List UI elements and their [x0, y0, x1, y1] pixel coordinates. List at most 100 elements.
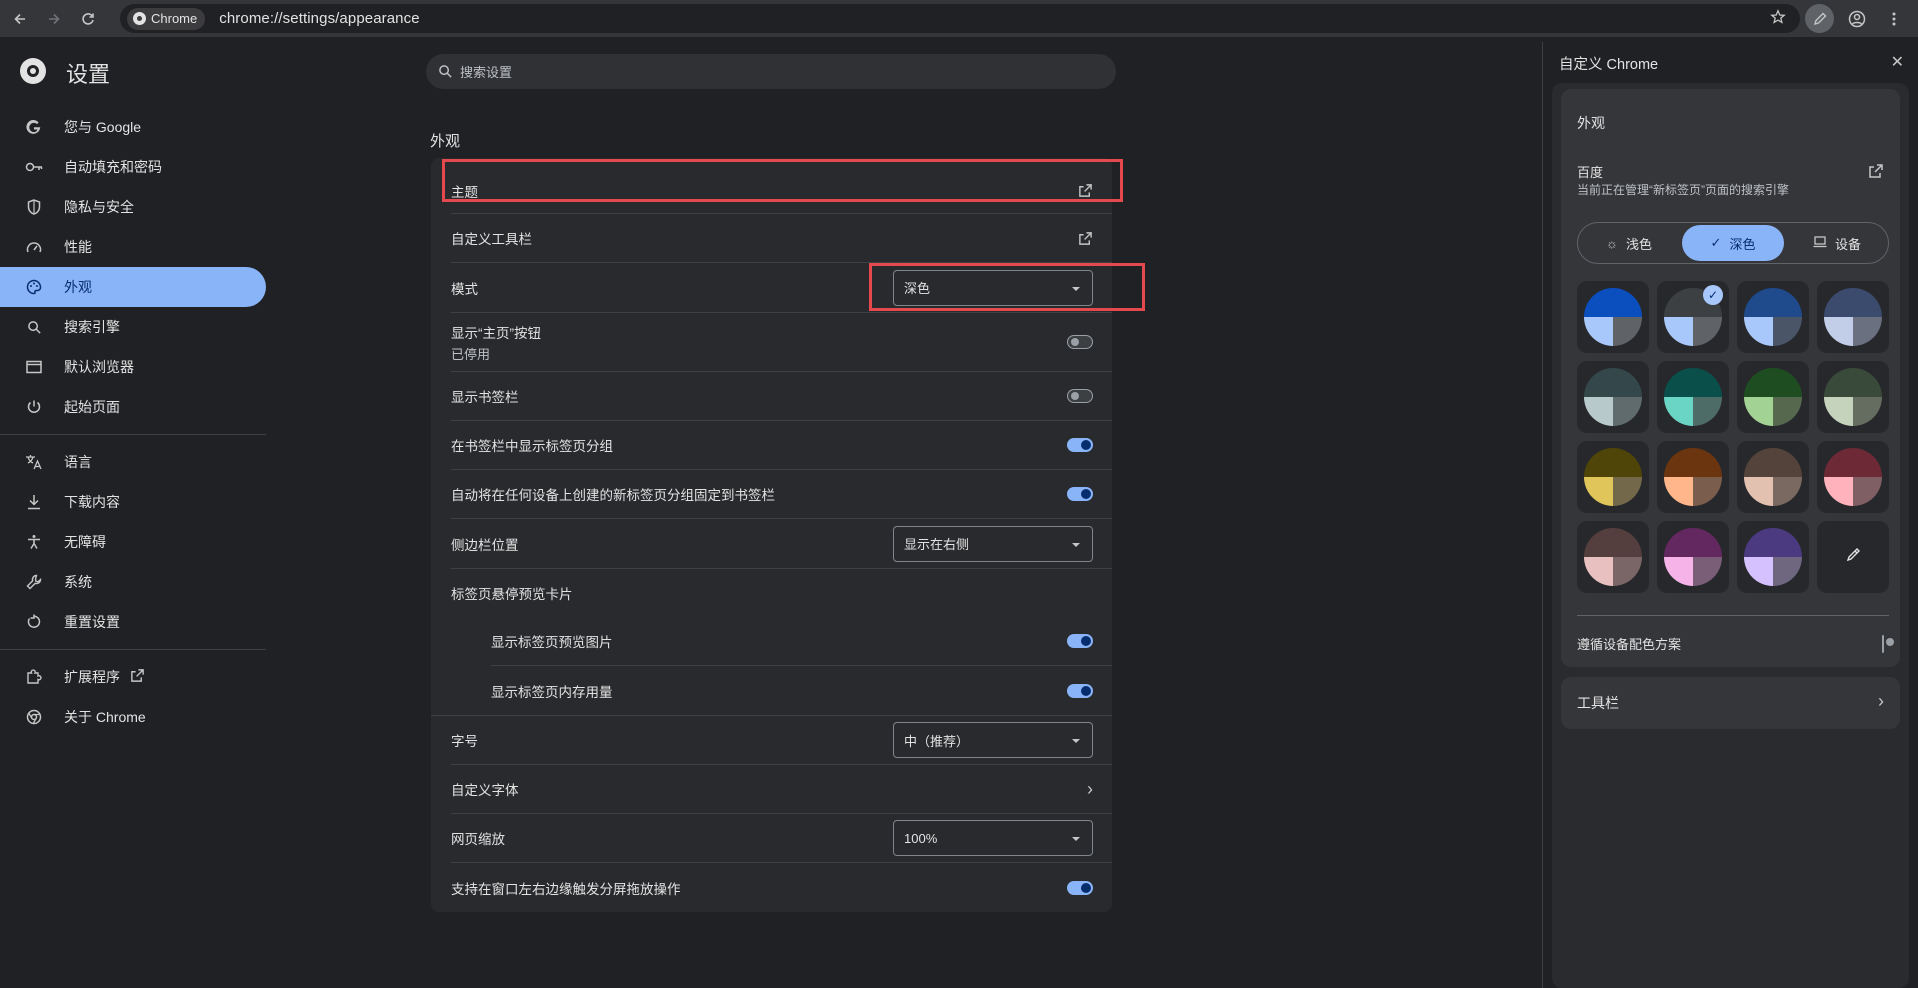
sidebar-item-0[interactable]: 您与 Google [0, 107, 266, 147]
custom-fonts-label: 自定义字体 [451, 783, 519, 798]
address-bar[interactable]: Chrome chrome://settings/appearance [120, 4, 1800, 33]
custom-toolbar-row[interactable]: 自定义工具栏 [451, 214, 1112, 263]
dark-mode-button[interactable]: ✓ 深色 [1682, 225, 1784, 261]
swatch-circle [1584, 448, 1642, 506]
sidebar-item-2[interactable]: 隐私与安全 [0, 187, 266, 227]
sidebar-item-11[interactable]: 系统 [0, 562, 266, 602]
back-button[interactable] [6, 5, 34, 33]
color-swatch[interactable] [1577, 361, 1649, 433]
home-button-row[interactable]: 显示“主页”按钮 已停用 [451, 313, 1112, 372]
sidebar-item-9[interactable]: 下载内容 [0, 482, 266, 522]
mode-label: 模式 [451, 281, 478, 297]
sidebar-item-6[interactable]: 默认浏览器 [0, 347, 266, 387]
close-icon[interactable]: ✕ [1891, 52, 1904, 72]
home-button-toggle[interactable] [1067, 335, 1093, 349]
bookmarks-bar-row[interactable]: 显示书签栏 [451, 372, 1112, 421]
color-swatch[interactable] [1577, 441, 1649, 513]
sidebar-item-label: 搜索引擎 [64, 319, 120, 335]
appearance-panel-card: 外观 百度 当前正在管理“新标签页”页面的搜索引擎 ☼ 浅色 ✓ 深色 设备 ✓… [1561, 89, 1900, 667]
profile-icon [1848, 10, 1865, 27]
sidebar-item-label: 隐私与安全 [64, 199, 134, 215]
sidebar-item-10[interactable]: 无障碍 [0, 522, 266, 562]
sidebar-item-7[interactable]: 起始页面 [0, 387, 266, 427]
device-mode-button[interactable]: 设备 [1786, 223, 1888, 263]
color-swatch[interactable] [1657, 521, 1729, 593]
page-zoom-select[interactable]: 100% [893, 820, 1093, 856]
hover-memory-toggle[interactable] [1067, 683, 1093, 698]
url-text[interactable]: chrome://settings/appearance [219, 10, 419, 27]
color-swatch[interactable] [1817, 361, 1889, 433]
color-swatch[interactable] [1657, 361, 1729, 433]
tab-groups-bar-toggle[interactable] [1067, 438, 1093, 452]
home-button-sublabel: 已停用 [451, 346, 491, 362]
hover-preview-image-row[interactable]: 显示标签页预览图片 [491, 617, 1112, 666]
forward-button[interactable] [40, 5, 68, 33]
sidebar-item-8[interactable]: 语言 [0, 442, 266, 482]
custom-fonts-row[interactable]: 自定义字体 › [451, 765, 1112, 814]
color-swatch[interactable] [1737, 441, 1809, 513]
search-input[interactable]: 搜索设置 [426, 54, 1116, 89]
external-link-icon[interactable] [1078, 183, 1093, 198]
color-swatch[interactable] [1737, 361, 1809, 433]
follow-device-toggle[interactable] [1882, 635, 1884, 653]
menu-button[interactable] [1879, 4, 1908, 33]
autopin-groups-row[interactable]: 自动将在任何设备上创建的新标签页分组固定到书签栏 [451, 470, 1112, 519]
google-icon [25, 118, 43, 136]
sidebar-item-13[interactable]: 扩展程序 [0, 657, 266, 697]
light-mode-button[interactable]: ☼ 浅色 [1578, 223, 1680, 263]
mode-select[interactable]: 深色 [893, 269, 1093, 306]
color-swatch[interactable] [1577, 521, 1649, 593]
color-mode-segmented: ☼ 浅色 ✓ 深色 设备 [1577, 222, 1889, 264]
sidebar-position-select[interactable]: 显示在右侧 [893, 525, 1093, 562]
follow-device-label: 遵循设备配色方案 [1577, 637, 1682, 652]
hover-memory-row[interactable]: 显示标签页内存用量 [491, 666, 1112, 715]
hover-preview-image-toggle[interactable] [1067, 634, 1093, 648]
theme-row[interactable]: 主题 [451, 168, 1112, 214]
toolbar-settings-card[interactable]: 工具栏 › [1561, 677, 1900, 729]
device-mode-label: 设备 [1834, 236, 1861, 252]
kebab-menu-icon [1892, 12, 1895, 25]
color-swatch[interactable] [1817, 441, 1889, 513]
sidebar-item-1[interactable]: 自动填充和密码 [0, 147, 266, 187]
sidebar-item-5[interactable]: 搜索引擎 [0, 307, 266, 347]
bookmarks-bar-toggle[interactable] [1067, 389, 1093, 403]
sidebar-item-4[interactable]: 外观 [0, 267, 266, 307]
color-swatch[interactable] [1657, 441, 1729, 513]
chevron-right-icon: › [1878, 691, 1884, 711]
eyedropper-icon [1845, 547, 1861, 568]
swatch-circle [1664, 448, 1722, 506]
hover-card-label: 标签页悬停预览卡片 [451, 587, 573, 602]
swatch-circle [1824, 288, 1882, 346]
sidebar-item-14[interactable]: 关于 Chrome [0, 697, 266, 737]
browser-window-icon [25, 358, 43, 376]
sidebar-item-label: 下载内容 [64, 494, 120, 510]
profile-button[interactable] [1842, 4, 1871, 33]
sidebar-item-12[interactable]: 重置设置 [0, 602, 266, 642]
color-swatch[interactable] [1577, 281, 1649, 353]
sun-icon: ☼ [1606, 235, 1618, 251]
swatch-circle [1584, 368, 1642, 426]
split-drag-row[interactable]: 支持在窗口左右边缘触发分屏拖放操作 [451, 863, 1112, 912]
font-size-select[interactable]: 中（推荐） [893, 722, 1093, 758]
tab-groups-bar-row[interactable]: 在书签栏中显示标签页分组 [451, 421, 1112, 470]
external-link-icon[interactable] [1868, 163, 1884, 182]
color-swatch[interactable] [1737, 521, 1809, 593]
external-link-icon[interactable] [1078, 231, 1093, 246]
sidebar-item-label: 自动填充和密码 [64, 159, 162, 175]
site-chip[interactable]: Chrome [127, 7, 206, 30]
color-swatch[interactable] [1737, 281, 1809, 353]
color-swatch[interactable] [1817, 281, 1889, 353]
sidebar-item-label: 您与 Google [64, 119, 142, 135]
custom-color-button[interactable] [1817, 521, 1889, 593]
color-swatch-grid: ✓ [1577, 281, 1889, 593]
sidebar-item-3[interactable]: 性能 [0, 227, 266, 267]
swatch-circle [1584, 288, 1642, 346]
color-swatch[interactable]: ✓ [1657, 281, 1729, 353]
swatch-circle [1744, 528, 1802, 586]
bookmark-star-button[interactable] [1770, 9, 1786, 28]
split-drag-toggle[interactable] [1067, 880, 1093, 895]
reload-button[interactable] [74, 5, 102, 33]
customize-chrome-button[interactable] [1805, 4, 1834, 33]
settings-nav: 您与 Google 自动填充和密码 隐私与安全性能 外观搜索引擎默认浏览器 起始页面语言… [0, 107, 266, 737]
autopin-groups-toggle[interactable] [1067, 487, 1093, 501]
